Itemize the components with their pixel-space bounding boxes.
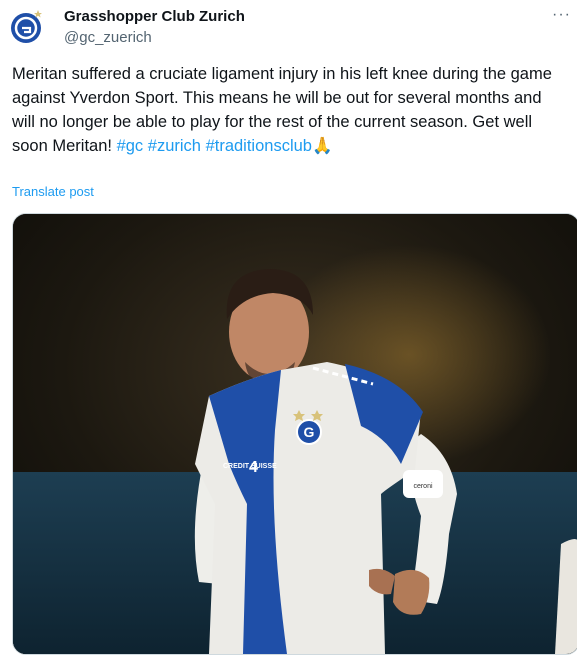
svg-text:4: 4	[249, 459, 258, 476]
post-media-image[interactable]: G CREDIT SUISSE 4 ceroni	[12, 213, 577, 655]
account-handle[interactable]: @gc_zuerich	[64, 29, 152, 46]
svg-text:ceroni: ceroni	[413, 483, 433, 490]
folded-hands-emoji: 🙏	[311, 137, 333, 155]
gc-crest-icon	[11, 10, 42, 43]
post-text: Meritan suffered a cruciate ligament inj…	[12, 62, 560, 158]
post-avatar[interactable]	[11, 6, 43, 48]
player-photo: G CREDIT SUISSE 4 ceroni	[13, 214, 577, 654]
account-name[interactable]: Grasshopper Club Zurich	[64, 8, 245, 25]
svg-text:G: G	[304, 424, 315, 440]
hashtag-zurich[interactable]: #zurich	[148, 137, 201, 155]
more-options-button[interactable]: ···	[552, 6, 571, 24]
hashtag-traditionsclub[interactable]: #traditionsclub	[206, 137, 312, 155]
translate-post-link[interactable]: Translate post	[12, 184, 94, 199]
hashtag-gc[interactable]: #gc	[117, 137, 144, 155]
